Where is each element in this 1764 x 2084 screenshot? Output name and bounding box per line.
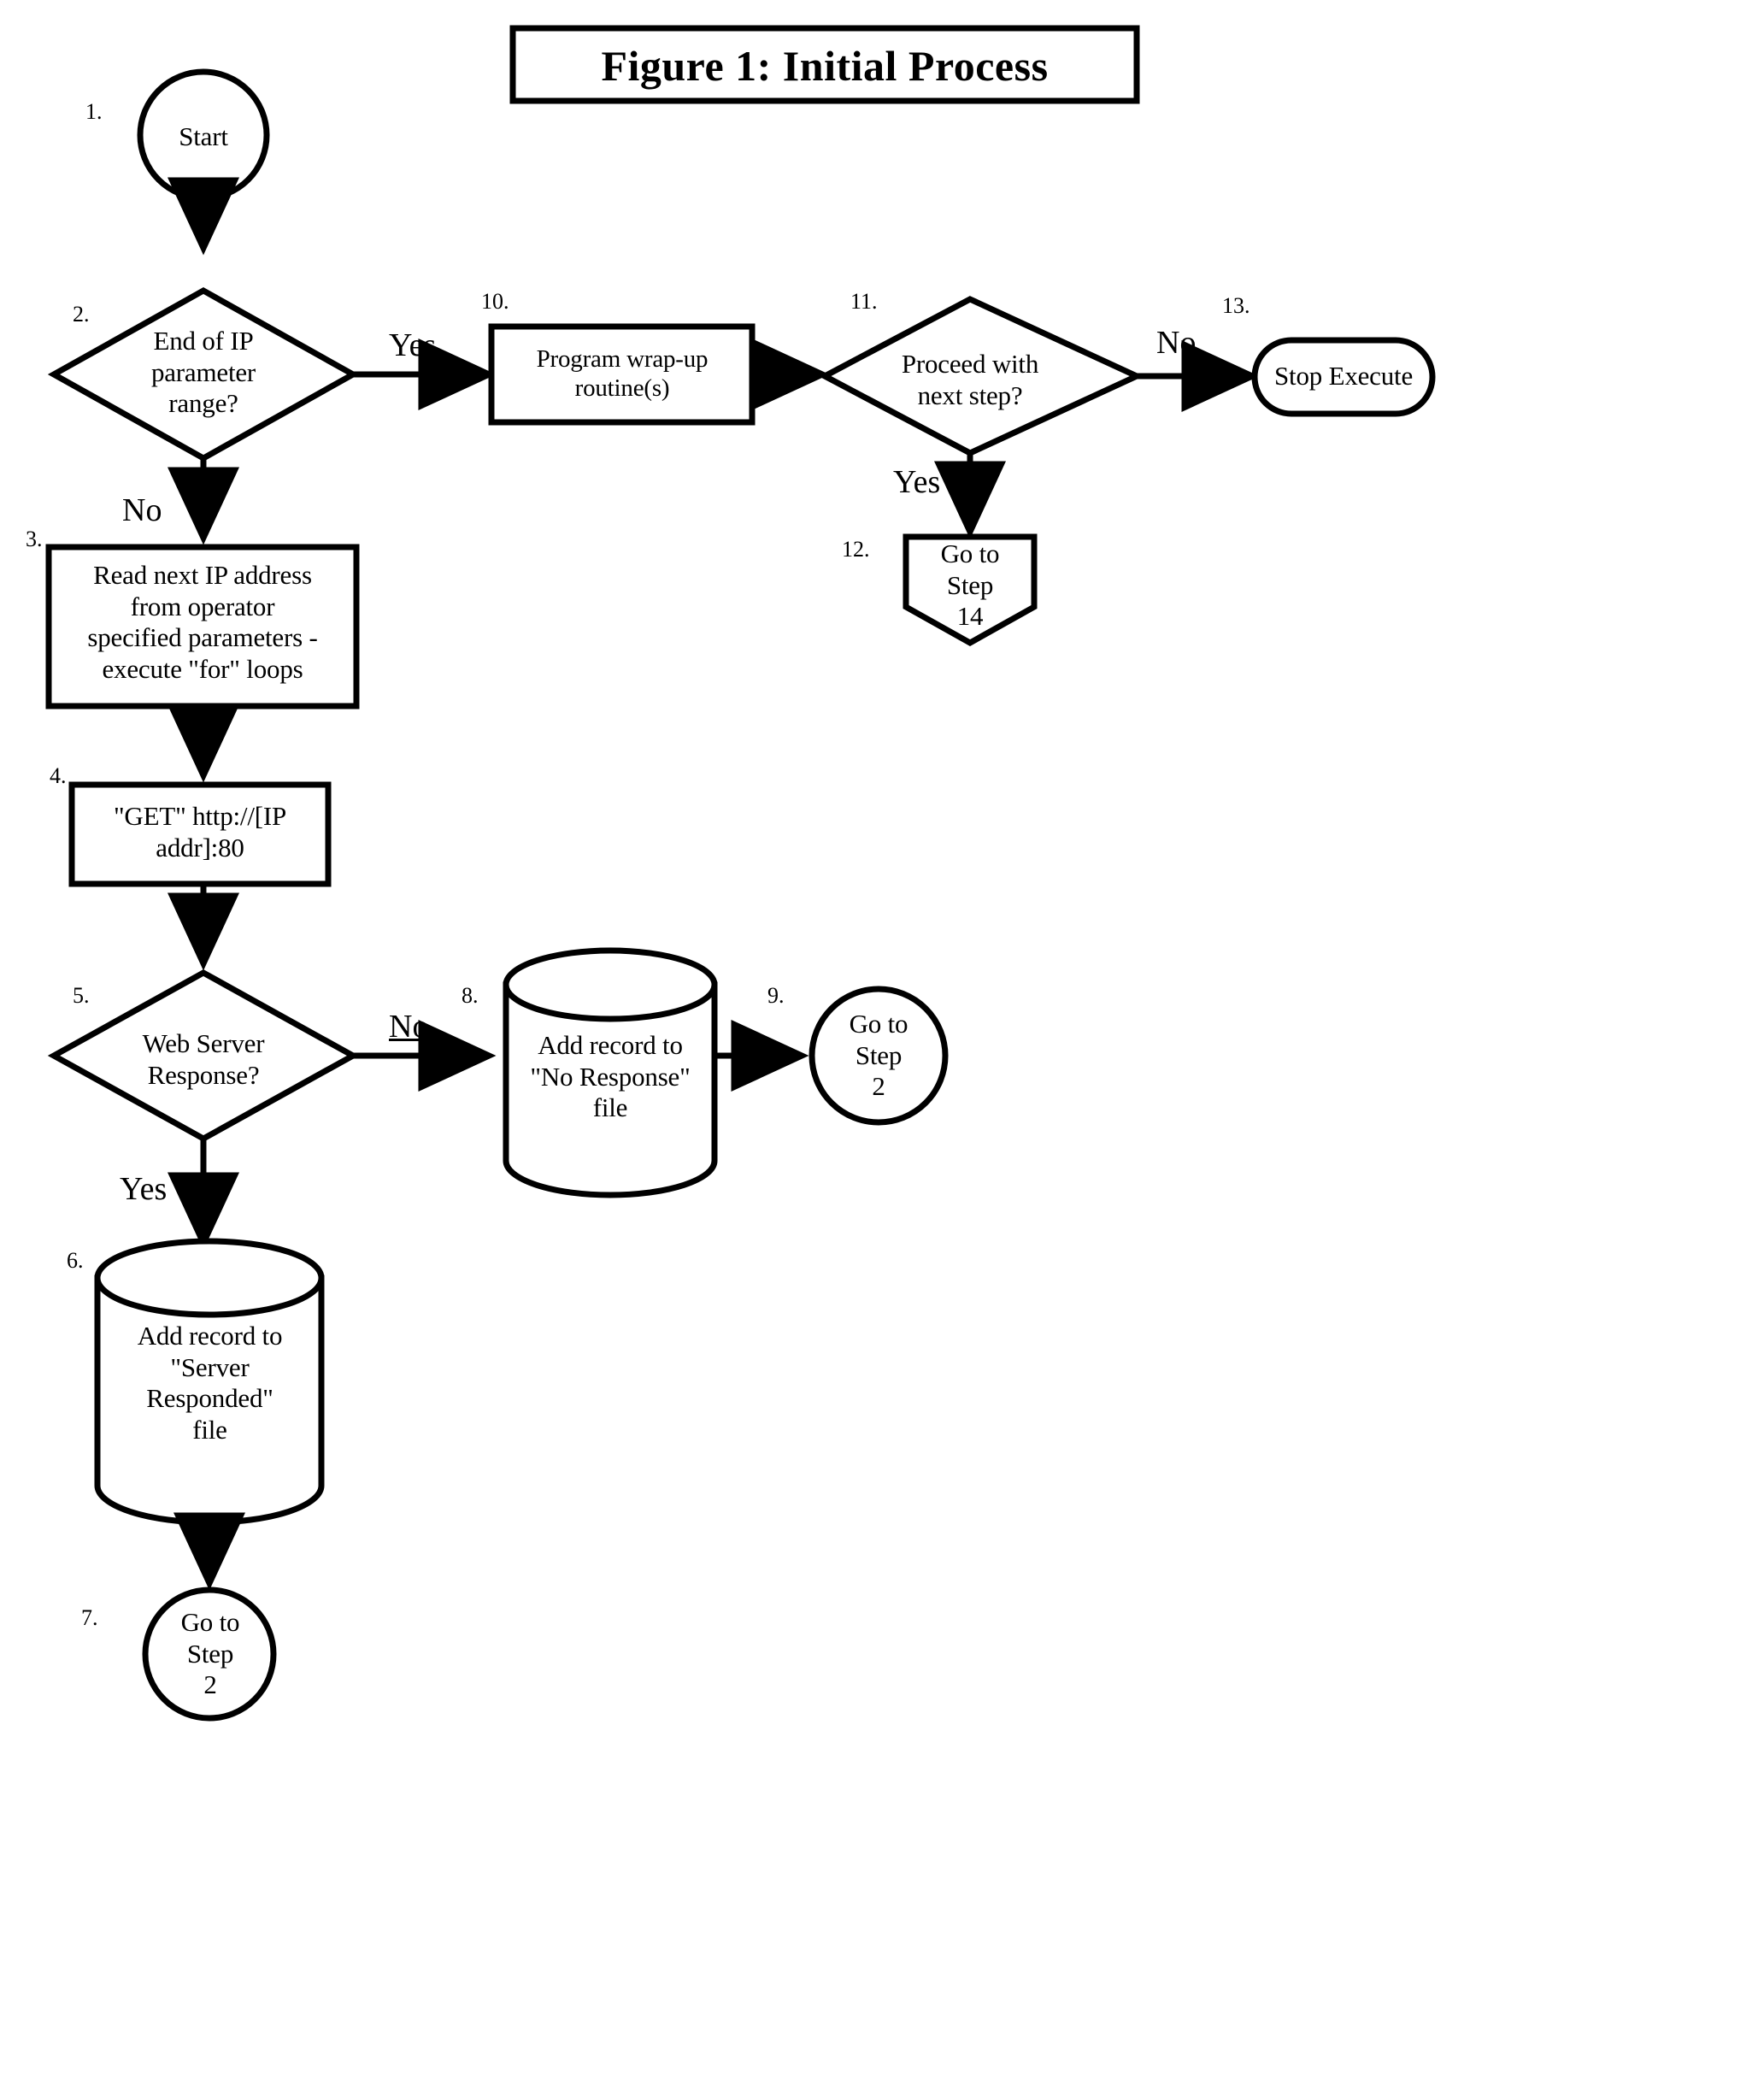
node-label-no-response-file: Add record to "No Response" file [530, 1030, 691, 1123]
step-number-2: 2. [73, 302, 90, 327]
step-number-7: 7. [81, 1605, 98, 1630]
step-number-12: 12. [842, 537, 870, 562]
step-number-1: 1. [85, 99, 103, 124]
figure-title: Figure 1: Initial Process [601, 42, 1049, 90]
step-number-13: 13. [1222, 293, 1250, 318]
node-label-stop-execute: Stop Execute [1273, 361, 1414, 391]
step-number-6: 6. [67, 1248, 84, 1273]
node-label-end-of-range: End of IP parameter range? [150, 326, 256, 419]
node-label-goto-step2-upper: Go to Step 2 [849, 1009, 908, 1102]
step-number-8: 8. [462, 983, 479, 1008]
edge-label-no-5-8: No [389, 1009, 429, 1045]
node-label-wrapup-routines: Program wrap-up routine(s) [536, 345, 709, 403]
step-number-4: 4. [50, 763, 67, 788]
step-number-3: 3. [26, 527, 43, 551]
node-label-goto-step14: Go to Step 14 [940, 539, 1000, 632]
node-label-read-ip: Read next IP address from operator speci… [87, 560, 318, 684]
node-label-goto-step2-lower: Go to Step 2 [180, 1607, 240, 1700]
step-number-11: 11. [850, 289, 878, 314]
edge-label-no-2-3: No [122, 492, 162, 528]
step-number-10: 10. [481, 289, 509, 314]
edge-label-yes-11-12: Yes [893, 464, 941, 500]
step-number-5: 5. [73, 983, 90, 1008]
figure-canvas: Figure 1: Initial Process 1. Start 2. En… [0, 0, 1764, 2084]
edge-label-yes-2-10: Yes [389, 327, 437, 363]
edge-label-no-11-13: No [1156, 325, 1197, 361]
edge-label-yes-5-6: Yes [120, 1171, 168, 1207]
node-label-web-server-response: Web Server Response? [142, 1028, 265, 1090]
step-number-9: 9. [767, 983, 785, 1008]
node-label-server-responded-file: Add record to "Server Responded" file [137, 1321, 283, 1445]
node-label-start: Start [179, 121, 228, 151]
node-label-proceed-next-step: Proceed with next step? [901, 349, 1039, 410]
node-label-get-request: "GET" http://[IP addr]:80 [113, 801, 287, 862]
